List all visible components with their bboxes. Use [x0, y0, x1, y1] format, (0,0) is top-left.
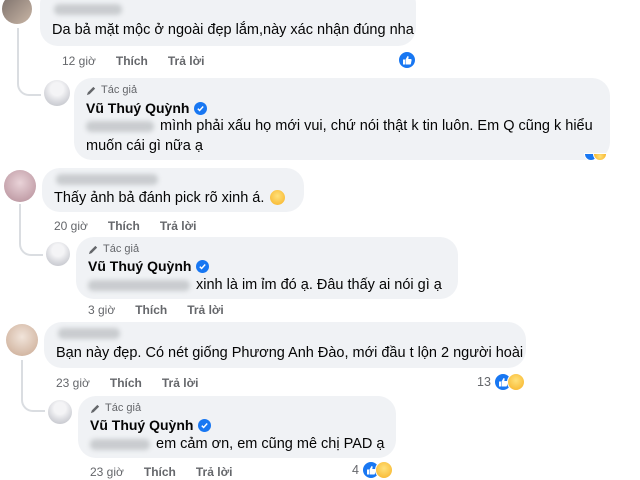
avatar[interactable]: [6, 324, 38, 356]
comment-meta: 12 giờ Thích Trả lời: [62, 54, 204, 68]
avatar[interactable]: [2, 0, 32, 24]
comment-text: Thấy ảnh bả đánh pick rõ xinh á.: [54, 188, 286, 208]
mention-redacted[interactable]: [88, 279, 190, 291]
commenter-name-redacted[interactable]: [58, 328, 120, 339]
like-button[interactable]: Thích: [144, 465, 176, 479]
like-button[interactable]: Thích: [110, 376, 142, 390]
reaction-count: 4: [352, 463, 359, 477]
author-name[interactable]: Vũ Thuý Quỳnh: [86, 100, 208, 116]
comment-bubble: Thấy ảnh bả đánh pick rõ xinh á.: [42, 168, 304, 212]
reply-button[interactable]: Trả lời: [162, 376, 199, 390]
reply-button[interactable]: Trả lời: [160, 219, 197, 233]
comment-meta: 23 giờ Thích Trả lời: [56, 376, 198, 390]
avatar[interactable]: [44, 80, 70, 106]
comment-bubble: Bạn này đẹp. Có nét giống Phương Anh Đào…: [44, 322, 526, 368]
author-badge: Tác giả: [88, 243, 139, 255]
reaction-summary[interactable]: 13: [477, 373, 525, 391]
comment-text: Bạn này đẹp. Có nét giống Phương Anh Đào…: [56, 345, 524, 361]
author-name[interactable]: Vũ Thuý Quỳnh: [88, 258, 210, 274]
comment-meta: 20 giờ Thích Trả lời: [54, 219, 196, 233]
rofl-emoji-icon: [270, 190, 286, 205]
avatar[interactable]: [48, 400, 72, 424]
author-name[interactable]: Vũ Thuý Quỳnh: [90, 417, 212, 433]
avatar[interactable]: [4, 170, 36, 202]
comment-text: xinh là im ỉm đó ạ. Đâu thấy ai nói gì ạ: [88, 275, 442, 295]
commenter-name-redacted[interactable]: [54, 4, 122, 15]
comment-text-continued: muốn cái gì nữa ạ: [86, 138, 203, 154]
reaction-summary[interactable]: [584, 153, 607, 161]
author-badge: Tác giả: [86, 84, 137, 96]
thread-connector: [19, 204, 43, 256]
author-badge: Tác giả: [90, 402, 141, 414]
like-button[interactable]: Thích: [135, 303, 167, 317]
comment-meta: 23 giờ Thích Trả lời: [90, 465, 232, 479]
thread-connector: [17, 28, 41, 96]
comment-bubble: Tác giả Vũ Thuý Quỳnh mình phải xấu họ m…: [74, 78, 610, 160]
comment-time[interactable]: 23 giờ: [56, 376, 90, 390]
pencil-icon: [86, 86, 96, 95]
verified-badge-icon: [196, 259, 210, 273]
reply-button[interactable]: Trả lời: [168, 54, 205, 68]
verified-badge-icon: [198, 418, 212, 432]
comment-bubble: Da bả mặt mộc ở ngoài đẹp lắm,này xác nh…: [40, 0, 416, 46]
comment-text: mình phải xấu họ mới vui, chứ nói thật k…: [86, 116, 593, 136]
comment-bubble: Tác giả Vũ Thuý Quỳnh xinh là im ỉm đó ạ…: [76, 237, 458, 299]
comment-time[interactable]: 3 giờ: [88, 303, 115, 317]
comment-time[interactable]: 20 giờ: [54, 219, 88, 233]
reaction-count: 13: [477, 375, 491, 389]
pencil-icon: [88, 245, 98, 254]
comment-time[interactable]: 12 giờ: [62, 54, 96, 68]
pencil-icon: [90, 404, 100, 413]
commenter-name-redacted[interactable]: [56, 174, 158, 185]
mention-redacted[interactable]: [90, 438, 150, 450]
comment-bubble: Tác giả Vũ Thuý Quỳnh em cảm ơn, em cũng…: [78, 396, 396, 458]
like-button[interactable]: Thích: [116, 54, 148, 68]
reply-button[interactable]: Trả lời: [187, 303, 224, 317]
avatar[interactable]: [46, 242, 70, 266]
comment-text: em cảm ơn, em cũng mê chị PAD ạ: [90, 434, 384, 454]
thread-connector: [21, 360, 45, 412]
verified-badge-icon: [194, 101, 208, 115]
sad-icon: [374, 461, 393, 479]
comment-text: Da bả mặt mộc ở ngoài đẹp lắm,này xác nh…: [52, 22, 414, 38]
reply-button[interactable]: Trả lời: [196, 465, 233, 479]
mention-redacted[interactable]: [86, 120, 154, 132]
haha-icon: [593, 153, 607, 161]
reaction-summary[interactable]: [398, 51, 416, 69]
comment-meta: 3 giờ Thích Trả lời: [88, 303, 224, 317]
comment-time[interactable]: 23 giờ: [90, 465, 124, 479]
like-button[interactable]: Thích: [108, 219, 140, 233]
like-icon: [398, 51, 416, 69]
reaction-summary[interactable]: 4: [352, 461, 393, 479]
haha-icon: [506, 373, 525, 391]
